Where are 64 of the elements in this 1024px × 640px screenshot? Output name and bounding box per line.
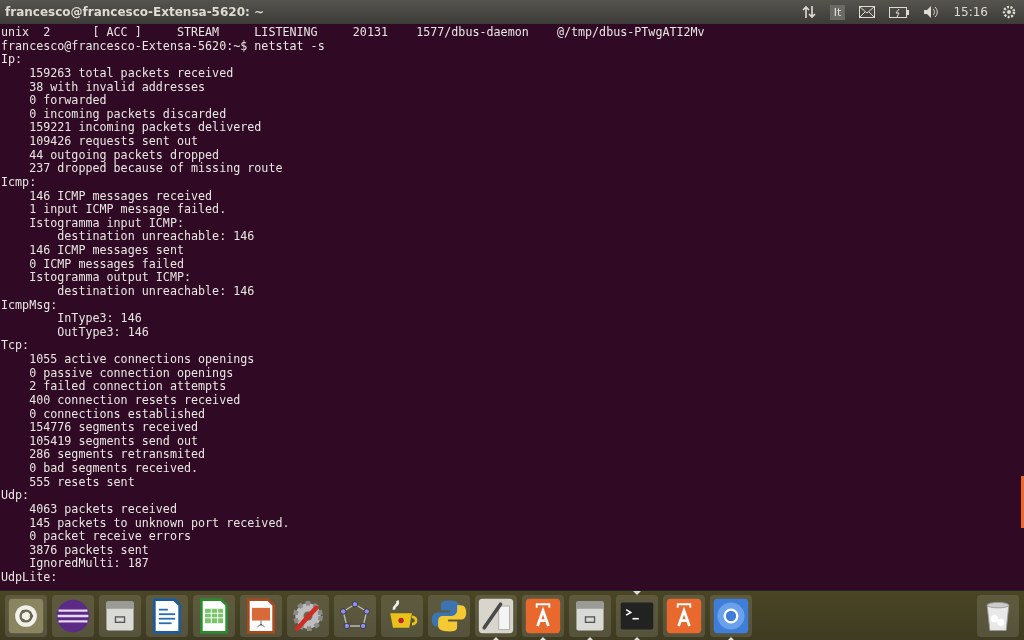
terminal-line: 38 with invalid addresses xyxy=(28,80,206,94)
terminal-line: 154776 segments received xyxy=(28,421,199,435)
terminal-line: 1055 active connections openings xyxy=(28,353,255,367)
terminal-line: 237 dropped because of missing route xyxy=(28,162,283,176)
browser-logo-icon xyxy=(712,596,750,635)
terminal-line: Icmp: xyxy=(1,175,37,190)
terminal-line: 105419 segments send out xyxy=(28,434,199,448)
terminal-line: 109426 requests sent out xyxy=(28,135,199,149)
terminal-line: 400 connection resets received xyxy=(28,393,241,408)
scrollbar-thumb[interactable] xyxy=(1021,476,1024,528)
launcher-item[interactable] xyxy=(240,594,282,637)
launcher-item[interactable] xyxy=(428,594,470,637)
terminal-line: 159221 incoming packets delivered xyxy=(28,121,262,135)
terminal-line: 146 ICMP messages received xyxy=(29,189,213,203)
terminal-line: 0 packet receive errors xyxy=(28,530,191,544)
launcher-item[interactable] xyxy=(99,594,141,637)
settings-icon[interactable] xyxy=(1002,5,1016,19)
terminal-line: 2 failed connection attempts xyxy=(28,380,227,394)
terminal-line: unix 2 [ ACC ] STREAM LISTENING 20131 1577/dbus-daemon @/tmp/dbus-PTwgATI2Mv xyxy=(1,26,705,40)
launcher-item[interactable] xyxy=(193,594,235,637)
window-title: francesco@francesco-Extensa-5620: ~ xyxy=(5,5,266,19)
terminal-line: Istogramma input ICMP: xyxy=(28,216,184,231)
launcher-item[interactable] xyxy=(522,594,564,637)
keyboard-layout-indicator[interactable]: It xyxy=(829,4,846,20)
terminal-line: 44 outgoing packets dropped xyxy=(28,148,220,163)
terminal-line: Udp: xyxy=(1,489,30,503)
terminal-line: 159263 total packets received xyxy=(28,66,234,81)
terminal-line: IgnoredMulti: 187 xyxy=(28,557,149,571)
terminal-line: 0 passive connection openings xyxy=(28,366,234,381)
terminal-line: 3876 packets sent xyxy=(28,543,149,558)
terminal-line: destination unreachable: 146 xyxy=(57,230,255,244)
trash-launcher-item[interactable] xyxy=(977,594,1019,637)
terminal-line: francesco@francesco-Extensa-5620:~$ netstat -s xyxy=(1,39,325,54)
clock[interactable]: 15:16 xyxy=(953,5,988,19)
terminal-line: 0 bad segments received. xyxy=(28,462,199,476)
terminal-line: 0 ICMP messages failed xyxy=(28,257,184,272)
terminal-line: destination unreachable: 146 xyxy=(57,284,255,299)
terminal-line: Istogramma output ICMP: xyxy=(28,271,191,285)
launcher-item[interactable] xyxy=(663,594,705,637)
terminal-line: OutType3: 146 xyxy=(56,325,149,340)
launcher-item[interactable] xyxy=(146,594,188,637)
launcher-item[interactable] xyxy=(569,594,611,637)
launcher-item[interactable] xyxy=(52,594,94,637)
volume-icon[interactable] xyxy=(923,5,940,19)
terminal-line: UdpLite: xyxy=(1,571,58,585)
terminal-line: 0 incoming packets discarded xyxy=(28,107,227,122)
terminal-line: 286 segments retransmited xyxy=(28,448,206,462)
terminal-line: 145 packets to unknown port received. xyxy=(28,516,290,530)
transfer-arrows-icon[interactable] xyxy=(801,5,816,19)
terminal-line: 0 connections established xyxy=(28,407,206,421)
terminal-line: IcmpMsg: xyxy=(1,298,58,313)
mail-icon[interactable] xyxy=(859,6,876,18)
terminal-line: InType3: 146 xyxy=(56,312,142,326)
shopping-bag-icon xyxy=(524,596,562,635)
battery-icon[interactable] xyxy=(889,6,910,18)
launcher-item[interactable] xyxy=(710,594,752,637)
terminal-line: 1 input ICMP message failed. xyxy=(28,203,227,217)
shopping-bag-icon xyxy=(665,596,703,635)
terminal-line: 555 resets sent xyxy=(28,475,135,490)
terminal-line: 4063 packets received xyxy=(28,502,177,517)
terminal-line: Ip: xyxy=(1,53,23,67)
terminal-line: 0 forwarded xyxy=(28,94,107,108)
terminal-line: 146 ICMP messages sent xyxy=(28,244,184,258)
terminal-line: Tcp: xyxy=(1,339,30,353)
